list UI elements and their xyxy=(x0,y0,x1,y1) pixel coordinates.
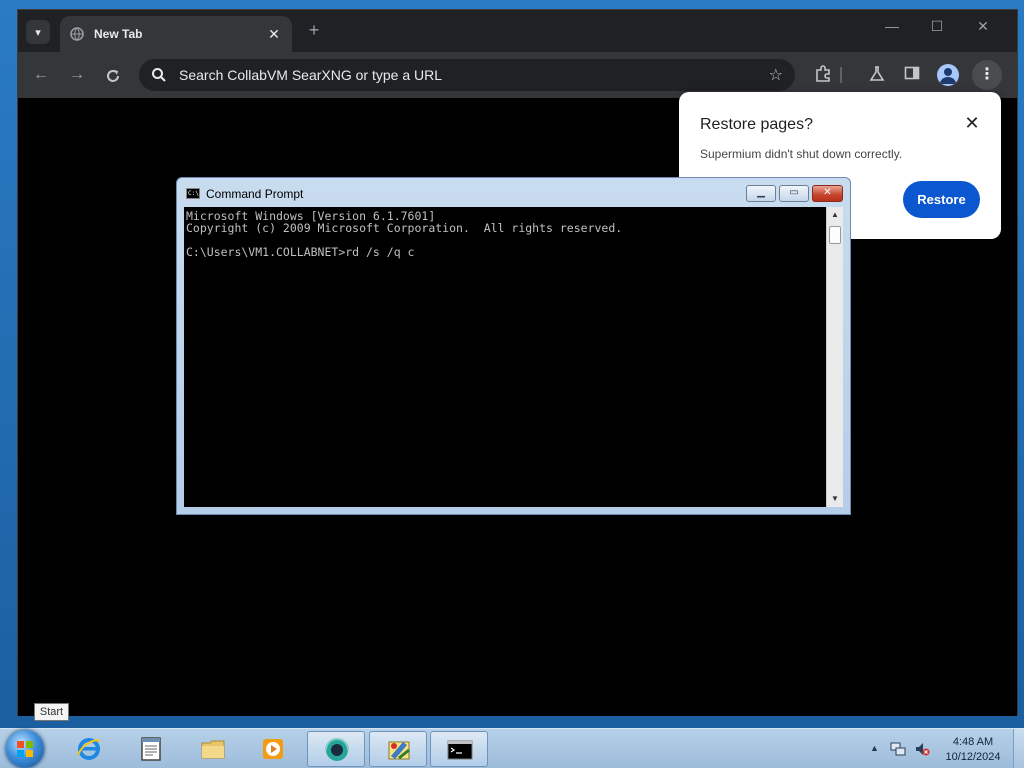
forward-arrow-icon[interactable]: → xyxy=(66,65,88,87)
network-icon[interactable] xyxy=(890,741,906,757)
scroll-thumb[interactable] xyxy=(829,226,841,244)
window-minimize-button[interactable]: — xyxy=(877,18,907,34)
window-maximize-button[interactable]: ☐ xyxy=(922,18,952,35)
window-close-button[interactable]: ✕ xyxy=(968,18,998,35)
command-prompt-window: C:\ Command Prompt ▁ ▭ ✕ Microsoft Windo… xyxy=(176,177,851,515)
labs-flask-icon[interactable] xyxy=(867,65,887,85)
taskbar-browser[interactable] xyxy=(307,731,365,767)
cmd-close-button[interactable]: ✕ xyxy=(812,185,843,202)
new-tab-button[interactable]: + xyxy=(303,20,325,41)
address-bar[interactable]: Search CollabVM SearXNG or type a URL ☆ xyxy=(139,59,795,91)
show-hidden-icons-arrow-icon[interactable]: ▲ xyxy=(870,743,879,753)
profile-avatar-icon[interactable] xyxy=(937,64,959,86)
tab-search-chevron-icon[interactable]: ▾ xyxy=(26,20,50,44)
start-button[interactable] xyxy=(6,730,44,768)
tab-close-icon[interactable]: ✕ xyxy=(266,26,282,43)
command-prompt-icon xyxy=(447,740,473,760)
windows-logo-icon xyxy=(17,741,33,757)
scroll-down-arrow-icon[interactable]: ▼ xyxy=(827,491,843,507)
notepad-icon xyxy=(141,737,161,761)
cmd-console-output[interactable]: Microsoft Windows [Version 6.1.7601] Copy… xyxy=(184,207,826,507)
media-player-icon xyxy=(263,739,283,759)
taskbar: ▲ 4:48 AM 10/12/2024 xyxy=(0,728,1024,768)
side-panel-icon[interactable] xyxy=(902,65,922,85)
browser-menu-icon[interactable]: ⋮ xyxy=(972,60,1002,90)
taskbar-file-explorer[interactable] xyxy=(184,731,242,767)
cmd-window-title: Command Prompt xyxy=(206,187,304,201)
restore-popup-title: Restore pages? xyxy=(700,116,813,133)
cmd-scrollbar[interactable]: ▲ ▼ xyxy=(826,207,843,507)
restore-popup-description: Supermium didn't shut down correctly. xyxy=(700,147,903,161)
bookmark-star-icon[interactable]: ☆ xyxy=(769,65,783,85)
system-clock[interactable]: 4:48 AM 10/12/2024 xyxy=(938,735,1008,765)
clock-time: 4:48 AM xyxy=(952,736,994,748)
taskbar-notepad[interactable] xyxy=(122,731,180,767)
cmd-maximize-button[interactable]: ▭ xyxy=(779,185,809,202)
toolbar-divider xyxy=(840,67,842,83)
tab-title: New Tab xyxy=(94,27,143,41)
paint-tool-icon xyxy=(388,741,410,760)
browser-app-icon xyxy=(325,738,349,761)
console-line: Copyright (c) 2009 Microsoft Corporation… xyxy=(186,221,623,235)
taskbar-internet-explorer[interactable] xyxy=(60,731,118,767)
folder-icon xyxy=(201,740,225,759)
tab-new-tab[interactable]: New Tab ✕ xyxy=(60,16,292,52)
tab-strip: ▾ New Tab ✕ + — ☐ ✕ xyxy=(18,10,1017,52)
taskbar-command-prompt[interactable] xyxy=(430,731,488,767)
restore-button[interactable]: Restore xyxy=(903,181,980,218)
cmd-titlebar[interactable]: C:\ Command Prompt ▁ ▭ ✕ xyxy=(177,178,850,206)
console-line: C:\Users\VM1.COLLABNET>rd /s /q c xyxy=(186,245,415,259)
globe-icon xyxy=(70,27,84,41)
show-desktop-button[interactable] xyxy=(1013,729,1024,768)
reload-icon[interactable] xyxy=(102,65,124,87)
search-icon xyxy=(152,68,166,82)
extensions-puzzle-icon[interactable] xyxy=(813,65,833,85)
back-arrow-icon[interactable]: ← xyxy=(30,65,52,87)
address-bar-placeholder: Search CollabVM SearXNG or type a URL xyxy=(179,67,442,83)
cmd-app-icon: C:\ xyxy=(186,188,200,199)
clock-date: 10/12/2024 xyxy=(945,751,1001,763)
volume-muted-icon[interactable] xyxy=(914,741,930,757)
restore-popup-close-icon[interactable]: ✕ xyxy=(962,113,982,134)
scroll-up-arrow-icon[interactable]: ▲ xyxy=(827,207,843,223)
taskbar-media-player[interactable] xyxy=(244,731,302,767)
taskbar-paint-tool[interactable] xyxy=(369,731,427,767)
cmd-minimize-button[interactable]: ▁ xyxy=(746,185,776,202)
start-tooltip: Start xyxy=(34,703,69,721)
internet-explorer-icon xyxy=(77,738,101,760)
